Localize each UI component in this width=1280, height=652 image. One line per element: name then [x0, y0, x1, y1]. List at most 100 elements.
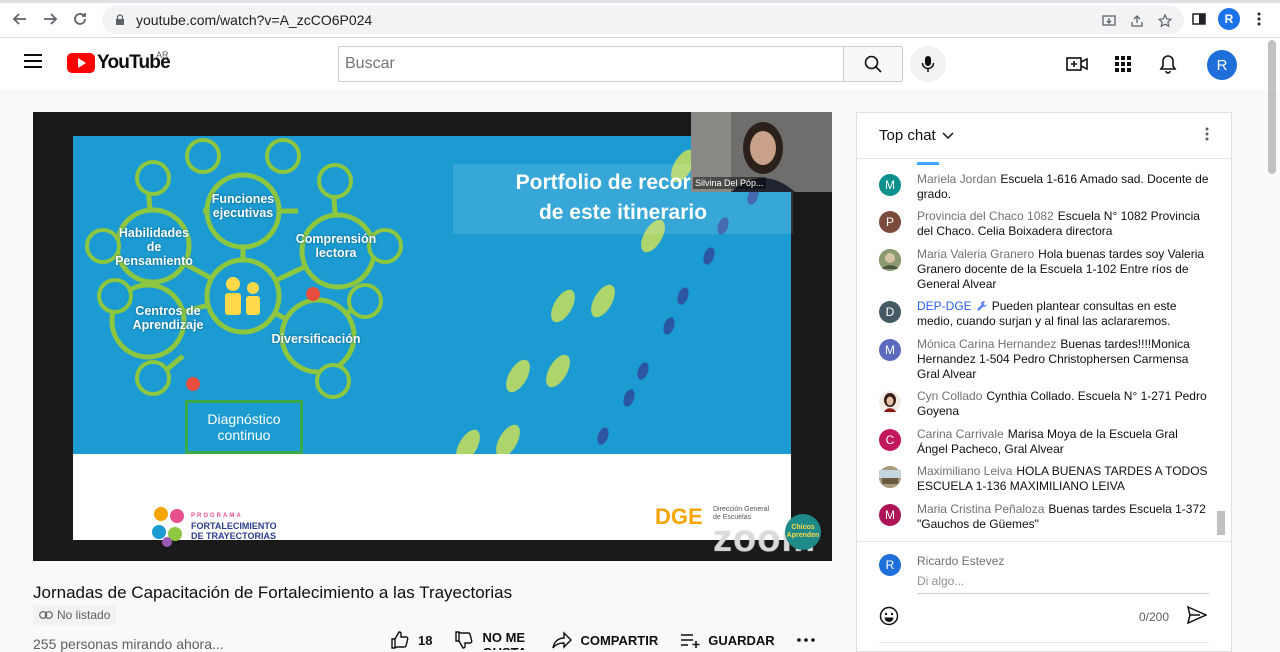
my-chat-avatar: R	[879, 554, 901, 576]
wrench-moderator-icon	[976, 301, 987, 311]
youtube-logo[interactable]: YouTube	[67, 52, 171, 74]
chat-author[interactable]: Provincia del Chaco 1082	[917, 209, 1054, 223]
chat-author[interactable]: Maria Valeria Granero	[917, 247, 1034, 261]
share-arrow-icon	[552, 631, 573, 649]
address-bar[interactable]: youtube.com/watch?v=A_zcCO6P024	[102, 6, 1184, 34]
search-input[interactable]: Buscar	[338, 46, 844, 82]
back-button[interactable]	[6, 5, 34, 33]
chat-avatar-photo[interactable]	[879, 466, 901, 488]
share-page-icon[interactable]	[1126, 10, 1148, 32]
forward-button[interactable]	[36, 5, 64, 33]
region-code: AR	[156, 50, 169, 60]
video-player[interactable]: Portfolio de recorrido de este itinerari…	[33, 112, 832, 561]
node-diagnostico: Diagnóstico continuo	[185, 400, 303, 454]
chat-mode-dropdown[interactable]: Top chat	[879, 127, 954, 144]
chicos-aprenden-badge: Chicos Aprenden	[785, 514, 821, 550]
send-icon	[1186, 605, 1208, 625]
chat-message: Maria Valeria Granero Hola buenas tardes …	[879, 247, 1209, 292]
voice-search-button[interactable]	[910, 46, 946, 82]
chat-message: Cyn Collado Cynthia Collado. Escuela N° 1…	[879, 389, 1209, 419]
more-actions-button[interactable]	[796, 638, 815, 642]
back-arrow-icon	[12, 13, 26, 25]
chat-author[interactable]: Cyn Collado	[917, 389, 982, 403]
like-button[interactable]: 18	[390, 630, 432, 650]
thumbs-down-icon	[455, 631, 473, 649]
save-button[interactable]: GUARDAR	[680, 632, 775, 648]
unlisted-badge: No listado	[33, 605, 117, 625]
forward-arrow-icon	[44, 13, 58, 25]
program-name-line-2: DE TRAYECTORIAS	[191, 531, 277, 541]
create-video-icon[interactable]	[1065, 52, 1089, 76]
chat-message: M Maria Cristina Peñaloza Buenas tardes E…	[879, 502, 1209, 532]
send-button[interactable]	[1186, 605, 1208, 629]
chat-scrollbar[interactable]	[1217, 165, 1225, 535]
menu-icon[interactable]	[24, 54, 42, 68]
chat-divider	[879, 642, 1209, 643]
my-chat-name: Ricardo Estevez	[917, 554, 1005, 568]
node-centros: Centros de Aprendizaje	[132, 304, 204, 332]
url-text: youtube.com/watch?v=A_zcCO6P024	[136, 12, 373, 28]
bookmark-star-icon[interactable]	[1154, 10, 1176, 32]
chat-author[interactable]: Maximiliano Leiva	[917, 464, 1012, 478]
dislike-button[interactable]: NO ME GUSTA	[454, 630, 530, 650]
install-app-icon[interactable]	[1098, 10, 1120, 32]
program-label: PROGRAMA	[191, 513, 243, 519]
chat-avatar[interactable]: D	[879, 301, 901, 323]
chat-message-list[interactable]: M Mariela Jordan Escuela 1-616 Amado sad.…	[857, 160, 1217, 538]
youtube-header: YouTube AR Buscar R	[0, 38, 1280, 90]
chat-avatar[interactable]: M	[879, 339, 901, 361]
chat-message: M Mónica Carina Hernandez Buenas tardes!!…	[879, 337, 1209, 382]
node-diversificacion: Diversificación	[271, 332, 361, 346]
chat-scrollbar-thumb[interactable]	[1217, 511, 1225, 535]
page-scrollbar-thumb[interactable]	[1268, 40, 1276, 174]
chat-avatar[interactable]: M	[879, 174, 901, 196]
node-funciones: Funciones ejecutivas	[211, 192, 275, 220]
chat-author[interactable]: Maria Cristina Peñaloza	[917, 502, 1044, 516]
unlisted-label: No listado	[57, 608, 111, 622]
side-panel-icon[interactable]	[1188, 8, 1210, 30]
link-icon	[39, 611, 53, 619]
chat-author[interactable]: Mónica Carina Hernandez	[917, 337, 1056, 351]
chat-message: P Provincia del Chaco 1082 Escuela N° 108…	[879, 209, 1209, 239]
thumbs-up-icon	[391, 631, 409, 649]
chat-avatar[interactable]: C	[879, 429, 901, 451]
slide-background: Portfolio de recorrido de este itinerari…	[73, 136, 793, 454]
browser-menu-icon[interactable]	[1248, 8, 1270, 30]
lock-icon	[116, 14, 124, 25]
chat-avatar[interactable]: M	[879, 504, 901, 526]
chat-message-input[interactable]: Di algo...	[917, 574, 1209, 594]
chat-author-moderator[interactable]: DEP-DGE	[917, 299, 972, 313]
browser-toolbar: youtube.com/watch?v=A_zcCO6P024 R	[0, 0, 1280, 38]
search-button[interactable]	[843, 46, 903, 82]
reload-button[interactable]	[66, 5, 94, 33]
scroll-indicator	[917, 162, 939, 165]
browser-profile-avatar[interactable]: R	[1218, 8, 1240, 30]
live-chat-panel: Top chat M Mariela Jordan Escuela 1-616 A…	[856, 112, 1232, 652]
chat-avatar[interactable]: P	[879, 211, 901, 233]
presentation-slide: Portfolio de recorrido de este itinerari…	[73, 136, 815, 560]
chat-avatar-photo[interactable]	[879, 249, 901, 271]
share-button[interactable]: COMPARTIR	[552, 631, 658, 649]
participant-video-tile: Silvina Del Póp...	[691, 112, 832, 192]
chat-header: Top chat	[857, 113, 1231, 159]
node-comprension: Comprensión lectora	[295, 232, 377, 260]
notifications-bell-icon[interactable]	[1156, 52, 1180, 76]
chat-menu-icon[interactable]	[1205, 127, 1209, 146]
chat-author[interactable]: Mariela Jordan	[917, 172, 996, 186]
chat-avatar-photo[interactable]	[879, 391, 901, 413]
chat-author[interactable]: Carina Carrivale	[917, 427, 1004, 441]
program-logo	[149, 504, 189, 553]
participant-name: Silvina Del Póp...	[693, 177, 766, 189]
add-to-playlist-icon	[681, 634, 700, 648]
program-name-line-1: FORTALECIMIENTO	[191, 521, 277, 531]
share-label: COMPARTIR	[580, 632, 659, 648]
chevron-down-icon	[942, 131, 954, 139]
chat-message: Maximiliano Leiva HOLA BUENAS TARDES A TO…	[879, 464, 1209, 494]
chat-message: C Carina Carrivale Marisa Moya de la Escu…	[879, 427, 1209, 457]
dislike-label: NO ME GUSTA	[482, 630, 527, 650]
apps-grid-icon[interactable]	[1111, 52, 1135, 76]
chat-mode-label: Top chat	[879, 127, 936, 144]
reload-icon	[74, 13, 86, 25]
emoji-picker-button[interactable]	[879, 606, 899, 631]
account-avatar[interactable]: R	[1207, 50, 1237, 80]
